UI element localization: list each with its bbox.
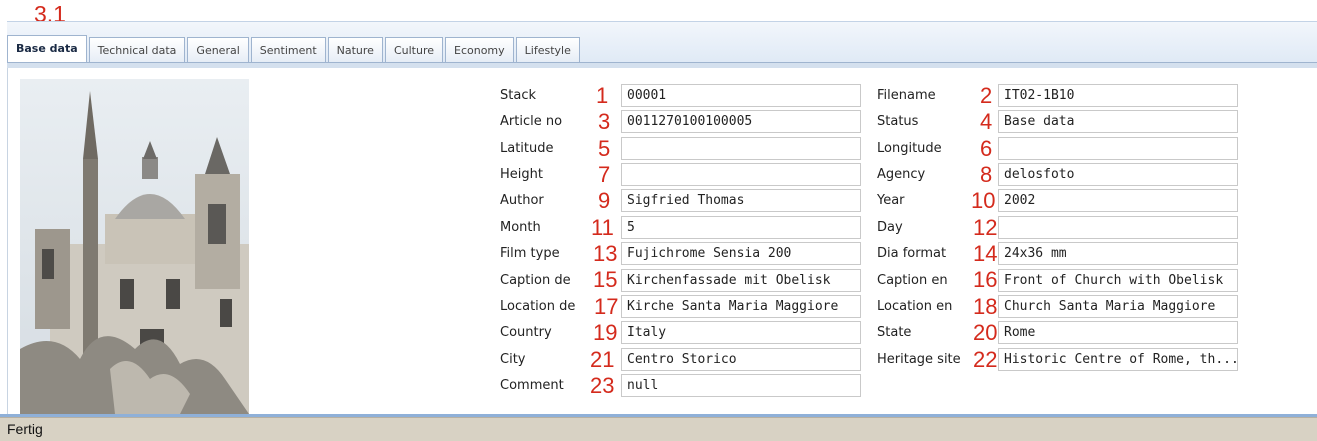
annotation-5: 5 (598, 136, 611, 161)
tab-general[interactable]: General (187, 37, 249, 62)
longitude-field[interactable] (998, 137, 1238, 160)
annotation-22: 22 (973, 347, 998, 372)
annotation-16: 16 (973, 267, 998, 292)
annotation-15: 15 (593, 267, 618, 292)
label-month: Month (500, 220, 541, 235)
annotation-3: 3 (598, 109, 611, 134)
annotation-10: 10 (971, 188, 996, 213)
label-latitude: Latitude (500, 141, 554, 156)
status-bar: Fertig (0, 417, 1317, 441)
annotation-23: 23 (590, 373, 615, 398)
year-field[interactable]: 2002 (998, 189, 1238, 212)
label-longitude: Longitude (877, 141, 942, 156)
agency-field[interactable]: delosfoto (998, 163, 1238, 186)
annotation-17: 17 (594, 294, 619, 319)
caption-de-field[interactable]: Kirchenfassade mit Obelisk (621, 269, 861, 292)
label-location-en: Location en (877, 299, 953, 314)
annotation-12: 12 (973, 215, 998, 240)
annotation-6: 6 (980, 136, 993, 161)
label-agency: Agency (877, 167, 926, 182)
tab-nature[interactable]: Nature (327, 37, 383, 62)
label-city: City (500, 352, 526, 367)
annotation-11: 11 (591, 215, 614, 240)
annotation-1: 1 (596, 83, 609, 108)
article-no-field[interactable]: 0011270100100005 (621, 110, 861, 133)
label-status: Status (877, 114, 919, 129)
annotation-8: 8 (980, 162, 993, 187)
city-field[interactable]: Centro Storico (621, 348, 861, 371)
country-field[interactable]: Italy (621, 321, 861, 344)
label-article-no: Article no (500, 114, 563, 129)
label-film-type: Film type (500, 246, 560, 261)
label-filename: Filename (877, 88, 936, 103)
latitude-field[interactable] (621, 137, 861, 160)
tab-culture[interactable]: Culture (384, 37, 443, 62)
day-field[interactable] (998, 216, 1238, 239)
label-dia-format: Dia format (877, 246, 947, 261)
label-heritage-site: Heritage site (877, 352, 961, 367)
comment-field[interactable]: null (621, 374, 861, 397)
annotation-21: 21 (590, 347, 615, 372)
stack-field[interactable]: 00001 (621, 84, 861, 107)
status-field[interactable]: Base data (998, 110, 1238, 133)
annotation-2: 2 (980, 83, 993, 108)
annotation-14: 14 (973, 241, 998, 266)
label-year: Year (877, 193, 905, 208)
tab-economy[interactable]: Economy (445, 37, 514, 62)
label-comment: Comment (500, 378, 564, 393)
height-field[interactable] (621, 163, 861, 186)
caption-en-field[interactable]: Front of Church with Obelisk (998, 269, 1238, 292)
annotation-18: 18 (973, 294, 998, 319)
author-field[interactable]: Sigfried Thomas (621, 189, 861, 212)
month-field[interactable]: 5 (621, 216, 861, 239)
label-author: Author (500, 193, 544, 208)
annotation-4: 4 (980, 109, 993, 134)
label-height: Height (500, 167, 543, 182)
location-de-field[interactable]: Kirche Santa Maria Maggiore (621, 295, 861, 318)
label-caption-de: Caption de (500, 273, 571, 288)
annotation-20: 20 (973, 320, 998, 345)
annotation-7: 7 (598, 162, 611, 187)
label-location-de: Location de (500, 299, 576, 314)
film-type-field[interactable]: Fujichrome Sensia 200 (621, 242, 861, 265)
annotation-9: 9 (598, 188, 611, 213)
tab-sentiment[interactable]: Sentiment (250, 37, 326, 62)
church-photo-image (20, 79, 249, 414)
tab-base-data[interactable]: Base data (7, 35, 87, 62)
heritage-site-field[interactable]: Historic Centre of Rome, th... (998, 348, 1238, 371)
photo-thumbnail[interactable] (20, 79, 249, 414)
label-country: Country (500, 325, 552, 340)
state-field[interactable]: Rome (998, 321, 1238, 344)
tab-technical-data[interactable]: Technical data (88, 37, 186, 62)
annotation-13: 13 (593, 241, 618, 266)
label-stack: Stack (500, 88, 536, 103)
dia-format-field[interactable]: 24x36 mm (998, 242, 1238, 265)
annotation-19: 19 (593, 320, 618, 345)
status-text: Fertig (7, 421, 43, 437)
tab-strip: Base data Technical data General Sentime… (7, 35, 580, 62)
filename-field[interactable]: IT02-1B10 (998, 84, 1238, 107)
location-en-field[interactable]: Church Santa Maria Maggiore (998, 295, 1238, 318)
label-caption-en: Caption en (877, 273, 948, 288)
label-state: State (877, 325, 912, 340)
label-day: Day (877, 220, 903, 235)
tab-lifestyle[interactable]: Lifestyle (515, 37, 580, 62)
